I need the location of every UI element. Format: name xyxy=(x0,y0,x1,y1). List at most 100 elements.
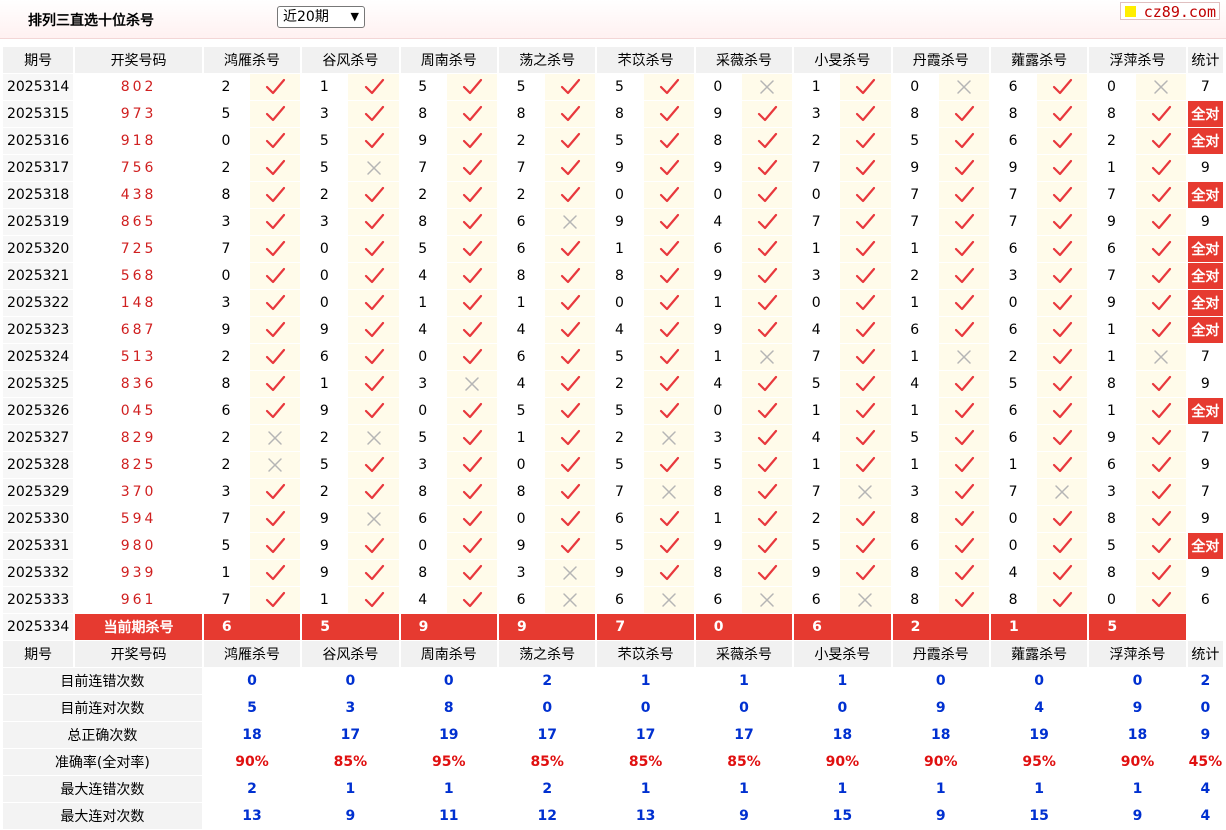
kill-number-cell: 0 xyxy=(892,74,937,100)
check-icon xyxy=(250,74,301,100)
kill-number-cell: 6 xyxy=(499,587,544,613)
check-icon xyxy=(741,479,793,505)
col-expert[interactable]: 小旻杀号 xyxy=(794,641,891,667)
kill-number-cell: 3 xyxy=(302,209,347,235)
check-icon xyxy=(545,182,596,208)
period-cell: 2025329 xyxy=(3,479,74,505)
table-row: 2025323 687 9 9 4 4 4 9 4 6 6 1 全对 xyxy=(3,317,1223,343)
col-expert[interactable]: 丹霞杀号 xyxy=(892,47,989,73)
period-select[interactable]: 近20期 ▼ xyxy=(277,6,365,28)
kill-number-cell: 9 xyxy=(499,533,544,559)
check-icon xyxy=(643,506,694,532)
check-icon xyxy=(348,479,399,505)
draw-number-cell: 829 xyxy=(120,430,157,446)
check-icon xyxy=(643,290,694,316)
check-icon xyxy=(1135,533,1186,559)
check-icon xyxy=(1037,74,1088,100)
kill-number-cell: 5 xyxy=(203,533,249,559)
check-icon xyxy=(250,506,301,532)
check-icon xyxy=(1037,533,1088,559)
check-icon xyxy=(840,236,891,262)
kill-number-cell: 1 xyxy=(892,344,937,370)
check-icon xyxy=(938,371,989,397)
check-icon xyxy=(348,128,399,154)
cross-icon xyxy=(250,452,301,478)
kill-number-cell: 9 xyxy=(1089,290,1134,316)
check-icon xyxy=(741,236,793,262)
draw-number-cell: 865 xyxy=(120,214,157,230)
col-expert[interactable]: 荡之杀号 xyxy=(499,47,596,73)
current-kill-number: 9 xyxy=(400,614,497,640)
kill-number-cell: 7 xyxy=(990,182,1036,208)
check-icon xyxy=(1135,236,1186,262)
col-expert[interactable]: 采薇杀号 xyxy=(695,641,793,667)
col-expert[interactable]: 芣苡杀号 xyxy=(597,641,694,667)
check-icon xyxy=(1037,506,1088,532)
draw-number-cell: 756 xyxy=(120,160,157,176)
check-icon xyxy=(741,263,793,289)
col-expert[interactable]: 周南杀号 xyxy=(400,47,497,73)
stat-cell: 全对 xyxy=(1187,236,1223,262)
col-expert[interactable]: 采薇杀号 xyxy=(695,47,793,73)
check-icon xyxy=(643,155,694,181)
period-cell: 2025317 xyxy=(3,155,74,181)
check-icon xyxy=(348,182,399,208)
stat-cell: 6 xyxy=(1187,587,1223,613)
summary-value: 18 xyxy=(1127,727,1148,743)
check-icon xyxy=(545,479,596,505)
cross-icon xyxy=(250,425,301,451)
table-row: 2025324 513 2 6 0 6 5 1 7 1 2 1 7 xyxy=(3,344,1223,370)
cross-icon xyxy=(938,344,989,370)
check-icon xyxy=(938,479,989,505)
col-expert[interactable]: 浮萍杀号 xyxy=(1089,47,1186,73)
col-expert[interactable]: 周南杀号 xyxy=(400,641,497,667)
col-expert[interactable]: 蕹露杀号 xyxy=(990,641,1088,667)
draw-number-cell: 568 xyxy=(120,268,157,284)
col-expert[interactable]: 鸿雁杀号 xyxy=(203,641,301,667)
summary-value: 2 xyxy=(247,781,257,797)
kill-number-cell: 8 xyxy=(400,101,445,127)
check-icon xyxy=(643,128,694,154)
kill-number-cell: 1 xyxy=(892,290,937,316)
col-expert[interactable]: 芣苡杀号 xyxy=(597,47,694,73)
kill-number-cell: 0 xyxy=(1089,587,1134,613)
check-icon xyxy=(545,128,596,154)
col-expert[interactable]: 小旻杀号 xyxy=(794,47,891,73)
kill-number-cell: 1 xyxy=(499,290,544,316)
summary-value: 1 xyxy=(837,781,848,797)
summary-value: 18 xyxy=(931,727,951,743)
check-icon xyxy=(840,344,891,370)
kill-number-cell: 0 xyxy=(302,263,347,289)
check-icon xyxy=(446,317,497,343)
kill-number-cell: 4 xyxy=(499,371,544,397)
check-icon xyxy=(250,101,301,127)
kill-number-cell: 9 xyxy=(695,263,740,289)
table-row: 2025322 148 3 0 1 1 0 1 0 1 0 9 全对 xyxy=(3,290,1223,316)
summary-value: 1 xyxy=(640,673,651,689)
check-icon xyxy=(250,155,301,181)
check-icon xyxy=(348,236,399,262)
col-expert[interactable]: 蕹露杀号 xyxy=(990,47,1088,73)
col-expert[interactable]: 鸿雁杀号 xyxy=(203,47,301,73)
col-expert[interactable]: 谷风杀号 xyxy=(302,47,399,73)
stat-cell: 9 xyxy=(1187,209,1223,235)
current-kill-number: 9 xyxy=(499,614,596,640)
period-cell: 2025324 xyxy=(3,344,74,370)
kill-number-cell: 0 xyxy=(695,74,740,100)
col-expert[interactable]: 浮萍杀号 xyxy=(1089,641,1186,667)
check-icon xyxy=(1135,182,1186,208)
kill-number-cell: 1 xyxy=(400,290,445,316)
kill-number-cell: 5 xyxy=(302,452,347,478)
stat-cell: 全对 xyxy=(1187,317,1223,343)
site-logo[interactable]: cz89.com xyxy=(1120,2,1220,21)
kill-number-cell: 1 xyxy=(990,452,1036,478)
check-icon xyxy=(250,560,301,586)
col-expert[interactable]: 丹霞杀号 xyxy=(892,641,989,667)
kill-number-cell: 2 xyxy=(203,155,249,181)
summary-value: 17 xyxy=(635,727,656,743)
summary-value: 0 xyxy=(345,673,356,689)
kill-number-cell: 5 xyxy=(597,344,642,370)
period-cell: 2025331 xyxy=(3,533,74,559)
col-expert[interactable]: 荡之杀号 xyxy=(499,641,596,667)
col-expert[interactable]: 谷风杀号 xyxy=(302,641,399,667)
